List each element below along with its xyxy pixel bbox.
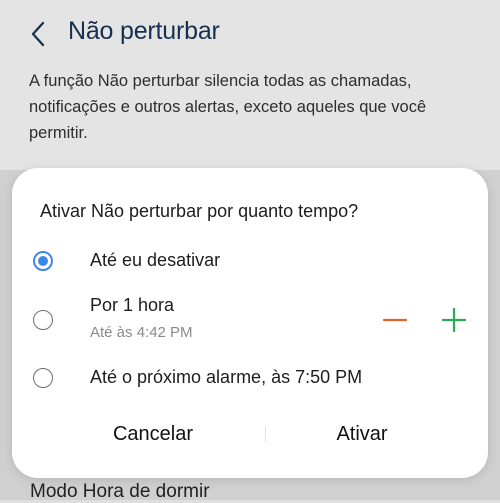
option-next-alarm-label: Até o próximo alarme, às 7:50 PM xyxy=(90,367,363,387)
plus-icon xyxy=(441,307,467,333)
option-one-hour-label: Por 1 hora xyxy=(90,295,175,315)
option-one-hour-sublabel: Até às 4:42 PM xyxy=(90,324,193,341)
back-button[interactable] xyxy=(24,18,52,50)
decrement-button[interactable] xyxy=(381,306,409,334)
option-until-off[interactable]: Até eu desativar xyxy=(12,239,488,283)
chevron-left-icon xyxy=(31,21,45,47)
dialog-actions: Cancelar Ativar xyxy=(12,416,488,452)
cancel-button[interactable]: Cancelar xyxy=(72,416,234,452)
actions-divider xyxy=(265,426,266,442)
radio-one-hour[interactable] xyxy=(33,310,53,330)
increment-button[interactable] xyxy=(440,306,468,334)
option-next-alarm[interactable]: Até o próximo alarme, às 7:50 PM xyxy=(12,356,488,400)
duration-dialog: Ativar Não perturbar por quanto tempo? A… xyxy=(12,168,488,478)
page-title: Não perturbar xyxy=(68,17,220,45)
option-until-off-label: Até eu desativar xyxy=(90,250,221,270)
dialog-title: Ativar Não perturbar por quanto tempo? xyxy=(40,201,359,221)
option-one-hour[interactable]: Por 1 hora Até às 4:42 PM xyxy=(12,294,488,346)
minus-icon xyxy=(382,318,408,322)
radio-until-off[interactable] xyxy=(33,251,53,271)
page-description: A função Não perturbar silencia todas as… xyxy=(29,72,427,142)
header: Não perturbar xyxy=(0,0,500,66)
activate-button[interactable]: Ativar xyxy=(280,416,444,452)
radio-next-alarm[interactable] xyxy=(33,368,53,388)
